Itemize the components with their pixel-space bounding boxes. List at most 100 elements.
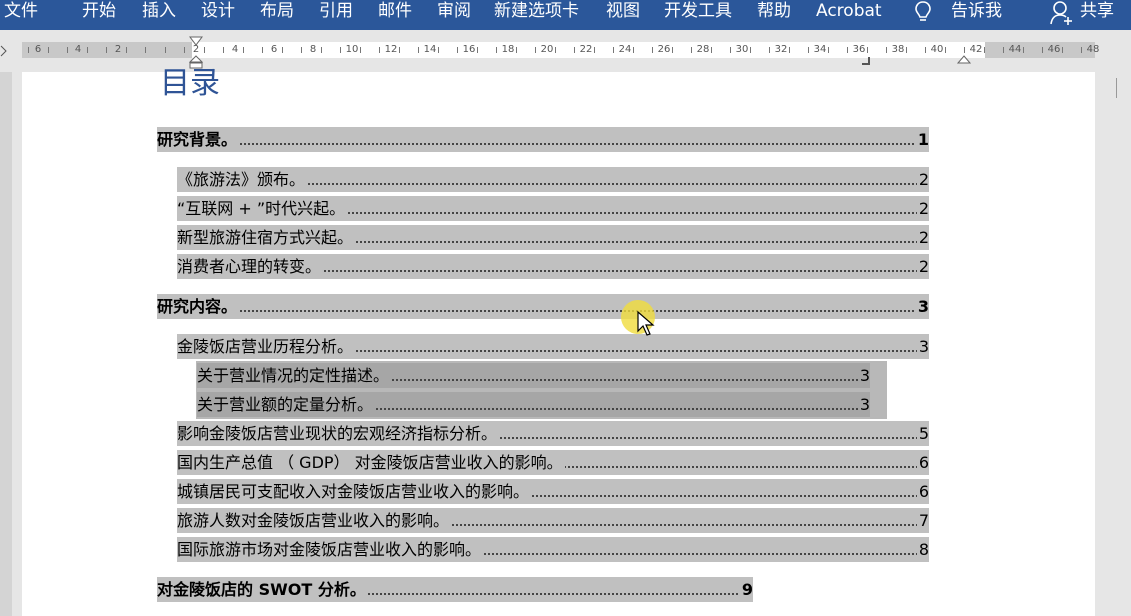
toc-page-number: 3 — [916, 334, 929, 359]
ruler-number: 2 — [114, 44, 122, 55]
ruler-number: 20 — [540, 44, 554, 55]
ruler-tick — [262, 47, 263, 53]
ribbon-tab-1[interactable]: 开始 — [82, 0, 116, 22]
share-button[interactable]: 共享 — [1080, 0, 1114, 22]
vertical-scrollbar[interactable] — [1098, 72, 1131, 616]
ruler-tick — [379, 47, 380, 53]
toc-entry-text: 消费者心理的转变。 — [177, 254, 324, 279]
lightbulb-icon[interactable] — [913, 0, 933, 24]
toc-entry[interactable]: “互联网 + ”时代兴起。 2 — [177, 196, 929, 221]
ruler-tick — [847, 47, 848, 53]
ribbon-tab-2[interactable]: 插入 — [142, 0, 176, 22]
vertical-ruler[interactable] — [0, 72, 12, 616]
ruler-tick — [165, 47, 166, 53]
ruler-tick — [555, 47, 556, 53]
ruler-tick — [691, 47, 692, 53]
ruler-number: 24 — [618, 44, 632, 55]
ruler-tick — [418, 47, 419, 53]
document-page[interactable]: 目录 研究背景。 1 《旅游法》颁布。 2 “互联网 + ”时代兴起。 2 新型旅游住宿方式… — [22, 66, 1095, 616]
ribbon-tab-3[interactable]: 设计 — [201, 0, 235, 22]
toc-page-number: 2 — [916, 225, 929, 250]
ruler-tick — [516, 47, 517, 53]
ruler-number: 38 — [891, 44, 905, 55]
toc-entry[interactable]: 消费者心理的转变。 2 — [177, 254, 929, 279]
toc-entry[interactable]: 研究内容。 3 — [157, 294, 929, 319]
ribbon-tab-12[interactable]: Acrobat — [816, 0, 882, 22]
ruler-number: 18 — [501, 44, 515, 55]
toc-entry-text: 城镇居民可支配收入对金陵饭店营业收入的影响。 — [177, 479, 532, 504]
first-line-indent-marker[interactable] — [189, 36, 203, 48]
right-tab-stop-marker[interactable] — [861, 56, 871, 66]
ribbon-tab-5[interactable]: 引用 — [319, 0, 353, 22]
ribbon-tab-bar: 文件 开始 插入 设计 布局 引用 邮件 审阅 新建选项卡 视图 开发工具 帮助 Acrobat 告诉我… — [0, 0, 1131, 30]
toc-page-number: 5 — [916, 421, 929, 446]
ruler-tick — [145, 47, 146, 53]
toc-page-number: 6 — [916, 479, 929, 504]
ruler-number: 4 — [231, 44, 239, 55]
toc-entry[interactable]: 城镇居民可支配收入对金陵饭店营业收入的影响。 6 — [177, 479, 929, 504]
toc-entry[interactable]: 新型旅游住宿方式兴起。 2 — [177, 225, 929, 250]
ruler-tick — [1023, 47, 1024, 53]
ruler-number: 44 — [1008, 44, 1022, 55]
toc-entry[interactable]: 对金陵饭店的 SWOT 分析。 9 — [157, 577, 753, 602]
ruler-tick — [925, 47, 926, 53]
ruler-tick — [730, 47, 731, 53]
ruler-tick — [48, 47, 49, 53]
toc-entry-text: 国内生产总值 （ GDP） 对金陵饭店营业收入的影响。 — [177, 450, 565, 475]
ruler-tick — [750, 47, 751, 53]
tell-me-button[interactable]: 告诉我 — [951, 0, 1002, 22]
ruler-number: 16 — [462, 44, 476, 55]
ribbon-tab-4[interactable]: 布局 — [260, 0, 294, 22]
ribbon-tab-10[interactable]: 开发工具 — [664, 0, 732, 22]
toc-entry-text: 新型旅游住宿方式兴起。 — [177, 225, 356, 250]
right-indent-marker[interactable] — [957, 54, 971, 66]
ruler-tick — [184, 47, 185, 53]
toc-entry-text: 国际旅游市场对金陵饭店营业收入的影响。 — [177, 537, 484, 562]
toc-entry[interactable]: 关于营业额的定量分析。 3 — [197, 392, 870, 417]
mouse-pointer-icon — [637, 311, 655, 336]
ribbon-tab-6[interactable]: 邮件 — [378, 0, 412, 22]
ruler-number: 34 — [813, 44, 827, 55]
ruler-number: 12 — [384, 44, 398, 55]
ruler-number: 26 — [657, 44, 671, 55]
ruler-number: 8 — [309, 44, 317, 55]
toc-page-number: 7 — [916, 508, 929, 533]
toc-entry[interactable]: 国内生产总值 （ GDP） 对金陵饭店营业收入的影响。 6 — [177, 450, 929, 475]
toc-entry[interactable]: 《旅游法》颁布。 2 — [177, 167, 929, 192]
toc-entry[interactable]: 关于营业情况的定性描述。 3 — [197, 363, 870, 388]
ruler-tick — [535, 47, 536, 53]
ruler-tick — [789, 47, 790, 53]
horizontal-ruler[interactable]: 6 4 2 2 4 6 8 10 12 14 16 18 20 22 24 26 28 30 32 34 36 38 40 4… — [0, 36, 1131, 69]
toc-page-number: 1 — [915, 127, 929, 152]
ruler-tick — [769, 47, 770, 53]
toc-entry-text: 研究内容。 — [157, 294, 240, 319]
ruler-tick — [438, 47, 439, 53]
toc-entry[interactable]: 国际旅游市场对金陵饭店营业收入的影响。 8 — [177, 537, 929, 562]
toc-entry[interactable]: 金陵饭店营业历程分析。 3 — [177, 334, 929, 359]
ribbon-tab-0[interactable]: 文件 — [4, 0, 38, 22]
ribbon-tab-7[interactable]: 审阅 — [437, 0, 471, 22]
toc-entry[interactable]: 研究背景。 1 — [157, 127, 929, 152]
ruler-tick — [945, 47, 946, 53]
toc-heading: 目录 — [160, 66, 220, 101]
ruler-number: 14 — [423, 44, 437, 55]
ruler-tick — [243, 47, 244, 53]
ribbon-tab-8[interactable]: 新建选项卡 — [494, 0, 579, 22]
ruler-tick — [87, 47, 88, 53]
ruler-tick — [574, 47, 575, 53]
ruler-number: 48 — [1086, 44, 1100, 55]
ruler-tick — [106, 47, 107, 53]
ruler-number: 36 — [852, 44, 866, 55]
tab-selector-icon[interactable] — [0, 42, 8, 58]
toc-page-number: 9 — [739, 577, 753, 602]
ruler-tick — [652, 47, 653, 53]
ruler-track[interactable]: 6 4 2 2 4 6 8 10 12 14 16 18 20 22 24 26 28 30 32 34 36 38 40 4… — [22, 42, 1099, 58]
toc-entry[interactable]: 旅游人数对金陵饭店营业收入的影响。 7 — [177, 508, 929, 533]
toc-entry[interactable]: 影响金陵饭店营业现状的宏观经济指标分析。 5 — [177, 421, 929, 446]
ruler-tick — [301, 47, 302, 53]
ribbon-tab-11[interactable]: 帮助 — [757, 0, 791, 22]
person-add-icon[interactable] — [1050, 0, 1074, 26]
ribbon-tab-9[interactable]: 视图 — [606, 0, 640, 22]
ruler-tick — [672, 47, 673, 53]
toc-page-number: 3 — [857, 392, 870, 417]
